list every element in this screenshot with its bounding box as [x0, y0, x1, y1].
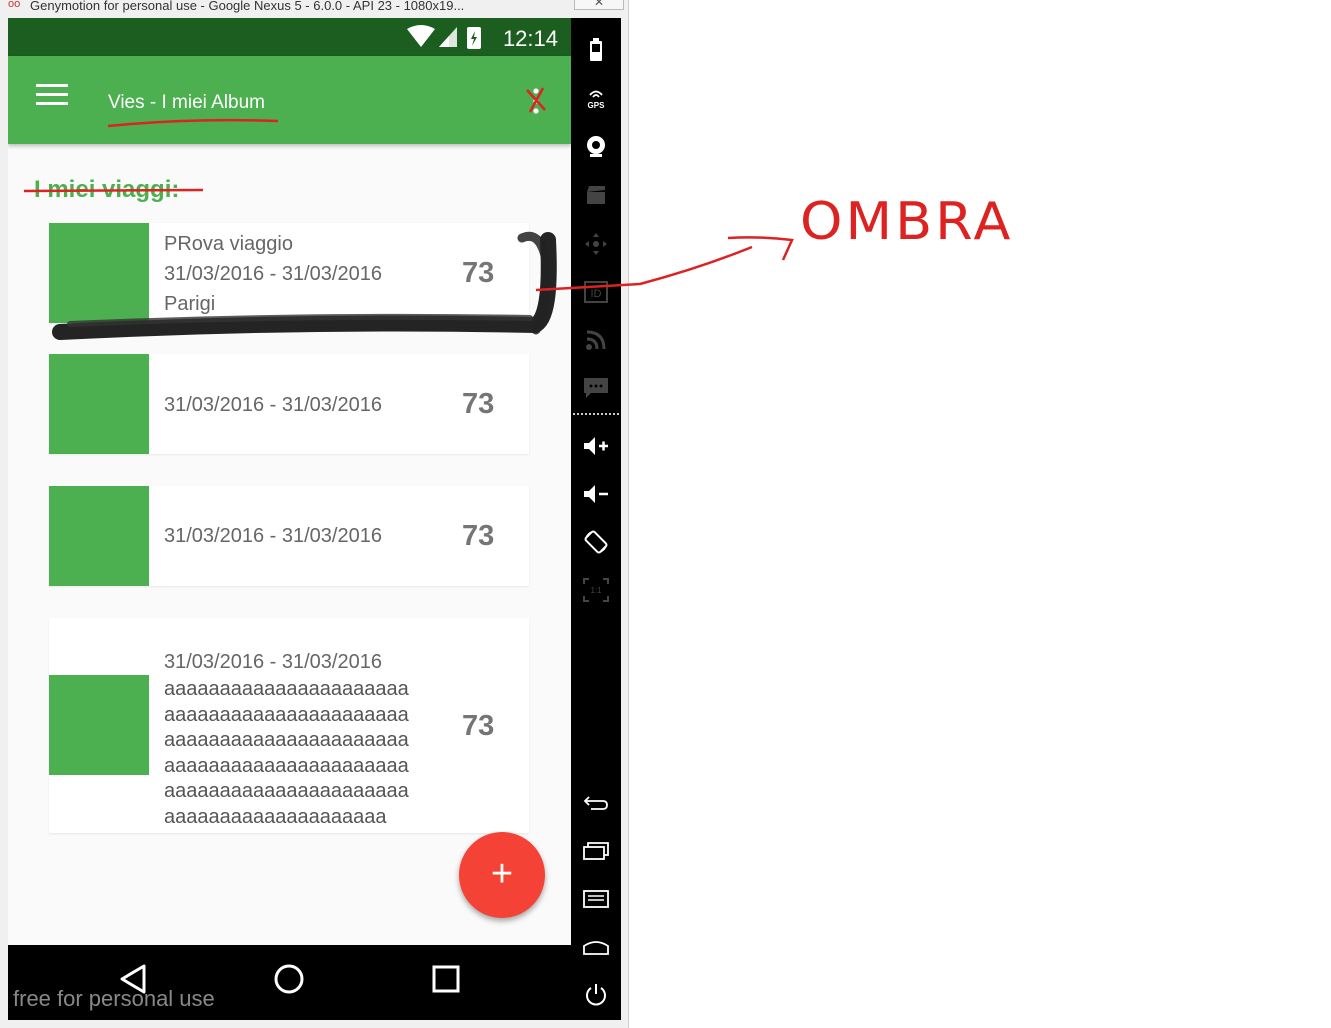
camera-icon[interactable] — [571, 127, 621, 167]
app-bar: Vies - I miei Album — [8, 56, 571, 144]
trip-dates: 31/03/2016 - 31/03/2016 — [164, 394, 382, 416]
signal-icon — [439, 27, 457, 47]
trip-photo-count: 73 — [462, 520, 495, 552]
trip-name: PRova viaggio — [164, 233, 293, 255]
trip-description-line: aaaaaaaaaaaaaaaaaaaaaa — [164, 703, 409, 726]
trip-thumbnail — [49, 486, 149, 586]
video-icon[interactable] — [571, 175, 621, 215]
window-close-button[interactable]: ✕ — [574, 0, 624, 10]
add-trip-fab[interactable]: + — [459, 832, 545, 918]
trip-description-line: aaaaaaaaaaaaaaaaaaaaaa — [164, 780, 409, 802]
nav-home-icon[interactable] — [273, 963, 305, 1000]
overflow-menu-icon[interactable] — [526, 86, 546, 116]
trip-description-line: aaaaaaaaaaaaaaaaaaaaaa — [164, 678, 409, 700]
nav-recents-icon[interactable] — [431, 963, 461, 1000]
dpad-icon[interactable] — [571, 224, 621, 264]
id-icon[interactable]: ID — [571, 272, 621, 312]
svg-text:1:1: 1:1 — [590, 586, 602, 595]
ombra-annotation-label: OMBRA — [800, 191, 1014, 252]
rotate-icon[interactable] — [571, 522, 621, 562]
back-icon[interactable] — [571, 783, 621, 823]
window-titlebar: oo Genymotion for personal use - Google … — [0, 0, 628, 18]
trip-thumbnail — [49, 354, 149, 454]
emulator-sidebar: GPS ID 1:1 — [571, 18, 621, 1020]
trip-dates: 31/03/2016 - 31/03/2016 — [164, 263, 382, 285]
pixel-perfect-icon[interactable]: 1:1 — [571, 570, 621, 610]
status-icons — [405, 25, 485, 54]
battery-icon[interactable] — [571, 30, 621, 70]
trip-description-line: aaaaaaaaaaaaaaaaaaaaaa — [164, 729, 409, 751]
trip-dates: 31/03/2016 - 31/03/2016 — [164, 651, 382, 673]
trip-card[interactable]: PRova viaggio 31/03/2016 - 31/03/2016 Pa… — [49, 223, 529, 323]
trip-description: aaaaaaaaaaaaaaaaaaaaaa aaaaaaaaaaaaaaaaa… — [164, 677, 409, 830]
trip-photo-count: 73 — [462, 257, 495, 289]
trip-thumbnail — [49, 675, 149, 775]
hamburger-menu-icon[interactable] — [36, 84, 68, 112]
svg-text:ID: ID — [591, 288, 602, 300]
emulator-window: oo Genymotion for personal use - Google … — [0, 0, 629, 1028]
trip-description-line: aaaaaaaaaaaaaaaaaaaa — [164, 805, 387, 828]
wifi-icon — [407, 25, 435, 47]
rss-icon[interactable] — [571, 320, 621, 360]
trip-photo-count: 73 — [462, 710, 495, 742]
battery-charging-icon — [467, 27, 481, 49]
trip-thumbnail — [49, 223, 149, 323]
trip-card[interactable]: 31/03/2016 - 31/03/2016 73 — [49, 486, 529, 586]
volume-down-icon[interactable] — [571, 474, 621, 514]
status-time: 12:14 — [502, 26, 558, 51]
device-screen: 12:14 Vies - I miei Album I miei viaggi:… — [8, 18, 571, 1020]
section-title: I miei viaggi: — [34, 176, 180, 203]
trip-card[interactable]: 31/03/2016 - 31/03/2016 73 — [49, 354, 529, 454]
menu-icon[interactable] — [571, 879, 621, 919]
svg-text:GPS: GPS — [588, 101, 606, 110]
app-bar-title: Vies - I miei Album — [108, 92, 265, 113]
power-icon[interactable] — [571, 975, 621, 1015]
trip-card[interactable]: 31/03/2016 - 31/03/2016 aaaaaaaaaaaaaaaa… — [49, 618, 529, 833]
navigation-bar: free for personal use — [8, 945, 571, 1020]
trip-dates: 31/03/2016 - 31/03/2016 — [164, 525, 382, 547]
sidebar-divider — [573, 413, 619, 415]
sms-icon[interactable] — [571, 368, 621, 408]
watermark-text: free for personal use — [13, 986, 215, 1011]
trip-place: Parigi — [164, 293, 216, 315]
genymotion-logo-icon: oo — [8, 0, 21, 10]
volume-up-icon[interactable] — [571, 426, 621, 466]
trip-description-line: aaaaaaaaaaaaaaaaaaaaaa — [164, 754, 409, 777]
home-icon[interactable] — [571, 927, 621, 967]
status-bar: 12:14 — [8, 18, 571, 56]
trip-photo-count: 73 — [462, 388, 495, 420]
recent-apps-icon[interactable] — [571, 831, 621, 871]
window-title: Genymotion for personal use - Google Nex… — [30, 0, 465, 13]
gps-icon[interactable]: GPS — [571, 78, 621, 118]
